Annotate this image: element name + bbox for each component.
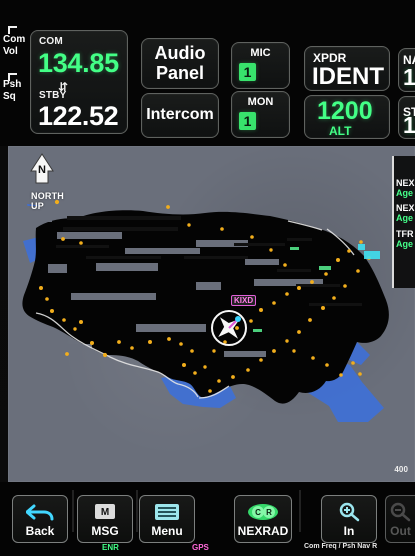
tfr-status: TFR Age	[396, 229, 415, 249]
monitor-selector[interactable]: MON 1	[231, 91, 290, 138]
nexrad-status-1: NEX Age	[396, 178, 415, 198]
tfr-status-label: TFR	[396, 229, 414, 239]
zoom-out-icon	[390, 502, 410, 522]
transponder-code-panel[interactable]: 1200 ALT	[304, 95, 390, 139]
com-volume-labels: Com Vol Psh Sq	[3, 26, 29, 121]
radio-strip: Com Vol Psh Sq COM 134.85 ⇵ STBY 122.52 …	[0, 0, 415, 146]
nexrad-status-1-label: NEX	[396, 178, 415, 188]
softkey-divider-3	[299, 490, 301, 532]
menu-icon	[155, 504, 179, 520]
nexrad-button-label: NEXRAD	[237, 524, 289, 538]
svg-text:R: R	[266, 508, 272, 517]
nexrad-status-2: NEXR Age	[396, 203, 415, 223]
com-small-label: Com	[3, 34, 26, 45]
softkey-bar: Back M MSG Menu C R NEXRAD In Out ENR GP…	[0, 482, 415, 556]
weather-status-panel: NEX Age NEXR Age TFR Age	[392, 156, 415, 288]
map-scale-label: 400	[394, 465, 408, 474]
nexrad-button[interactable]: C R NEXRAD	[234, 495, 292, 543]
menu-button-label: Menu	[151, 524, 183, 538]
bottom-status-strip: ENR GPS Com Freq / Psh Nav R	[40, 543, 415, 556]
back-arrow-icon	[26, 504, 54, 521]
transponder-mode-panel[interactable]: XPDR IDENT	[304, 46, 390, 91]
audio-panel-button[interactable]: Audio Panel	[141, 38, 219, 89]
tfr-status-age: Age	[396, 239, 414, 249]
softkey-divider-2	[136, 490, 138, 532]
mic-selector[interactable]: MIC 1	[231, 42, 290, 89]
com-frequency-panel[interactable]: COM 134.85 ⇵ STBY 122.52	[30, 30, 128, 134]
nexrad-status-1-age: Age	[396, 188, 414, 198]
clipped-right-panel-bottom[interactable]: STE 11	[398, 96, 415, 139]
gps-status: GPS	[192, 543, 209, 552]
back-button-label: Back	[25, 524, 55, 538]
vol-small-label: Vol	[3, 46, 18, 57]
clipped-bottom-value: 11	[403, 112, 415, 138]
north-letter: N	[38, 164, 46, 176]
mon-value-chip: 1	[239, 112, 256, 130]
transponder-code: 1200	[317, 97, 373, 125]
audio-line-1: Audio	[154, 43, 206, 63]
com-nav-hint: Com Freq / Psh Nav R	[304, 543, 378, 550]
audio-panel-label: Audio Panel	[142, 43, 218, 83]
svg-text:M: M	[101, 507, 109, 518]
msg-button[interactable]: M MSG	[77, 495, 133, 543]
mic-value-chip: 1	[239, 63, 256, 81]
svg-text:C: C	[255, 508, 261, 517]
clipped-top-value: 1	[403, 64, 415, 90]
active-com-frequency: 134.85	[38, 48, 119, 78]
intercom-button[interactable]: Intercom	[141, 93, 219, 138]
north-up-label: NORTH UP	[31, 191, 64, 211]
zoom-out-label: Out	[390, 524, 411, 538]
ident-mode-label: IDENT	[312, 63, 384, 90]
alt-mode-label: ALT	[329, 124, 352, 138]
bracket-middle-icon	[8, 73, 17, 81]
com-label: COM	[39, 36, 63, 47]
back-button[interactable]: Back	[12, 495, 68, 543]
softkey-divider-1	[72, 490, 74, 532]
nexrad-status-2-age: Age	[396, 213, 414, 223]
zoom-out-button[interactable]: Out	[385, 495, 415, 543]
menu-button[interactable]: Menu	[139, 495, 195, 543]
mic-label: MIC	[250, 47, 271, 59]
us-map-shapes	[22, 210, 389, 404]
nexrad-status-2-label: NEXR	[396, 203, 415, 213]
sq-small-label: Sq	[3, 91, 16, 102]
bracket-top-icon	[8, 26, 17, 34]
enr-status: ENR	[102, 543, 119, 552]
zoom-in-button[interactable]: In	[321, 495, 377, 543]
intercom-label: Intercom	[146, 106, 214, 123]
nexrad-icon: C R	[248, 504, 278, 520]
standby-label: STBY	[39, 90, 67, 101]
aircraft-id-tag: KIXD	[231, 295, 257, 306]
standby-com-frequency: 122.52	[38, 101, 119, 131]
zoom-in-label: In	[343, 524, 355, 538]
audio-line-2: Panel	[155, 63, 205, 83]
msg-button-label: MSG	[91, 524, 119, 538]
aircraft-icon	[211, 310, 247, 346]
aircraft-position	[207, 306, 252, 351]
north-up-indicator: N NORTH UP	[23, 153, 64, 211]
mon-label: MON	[247, 96, 274, 108]
zoom-in-icon	[339, 502, 360, 522]
message-icon: M	[95, 504, 115, 519]
clipped-right-panel-top[interactable]: NA 1	[398, 48, 415, 92]
weather-map[interactable]: N NORTH UP KIXD NEX Age NEXR Age TF	[8, 146, 415, 482]
avionics-screen: Com Vol Psh Sq COM 134.85 ⇵ STBY 122.52 …	[0, 0, 415, 556]
